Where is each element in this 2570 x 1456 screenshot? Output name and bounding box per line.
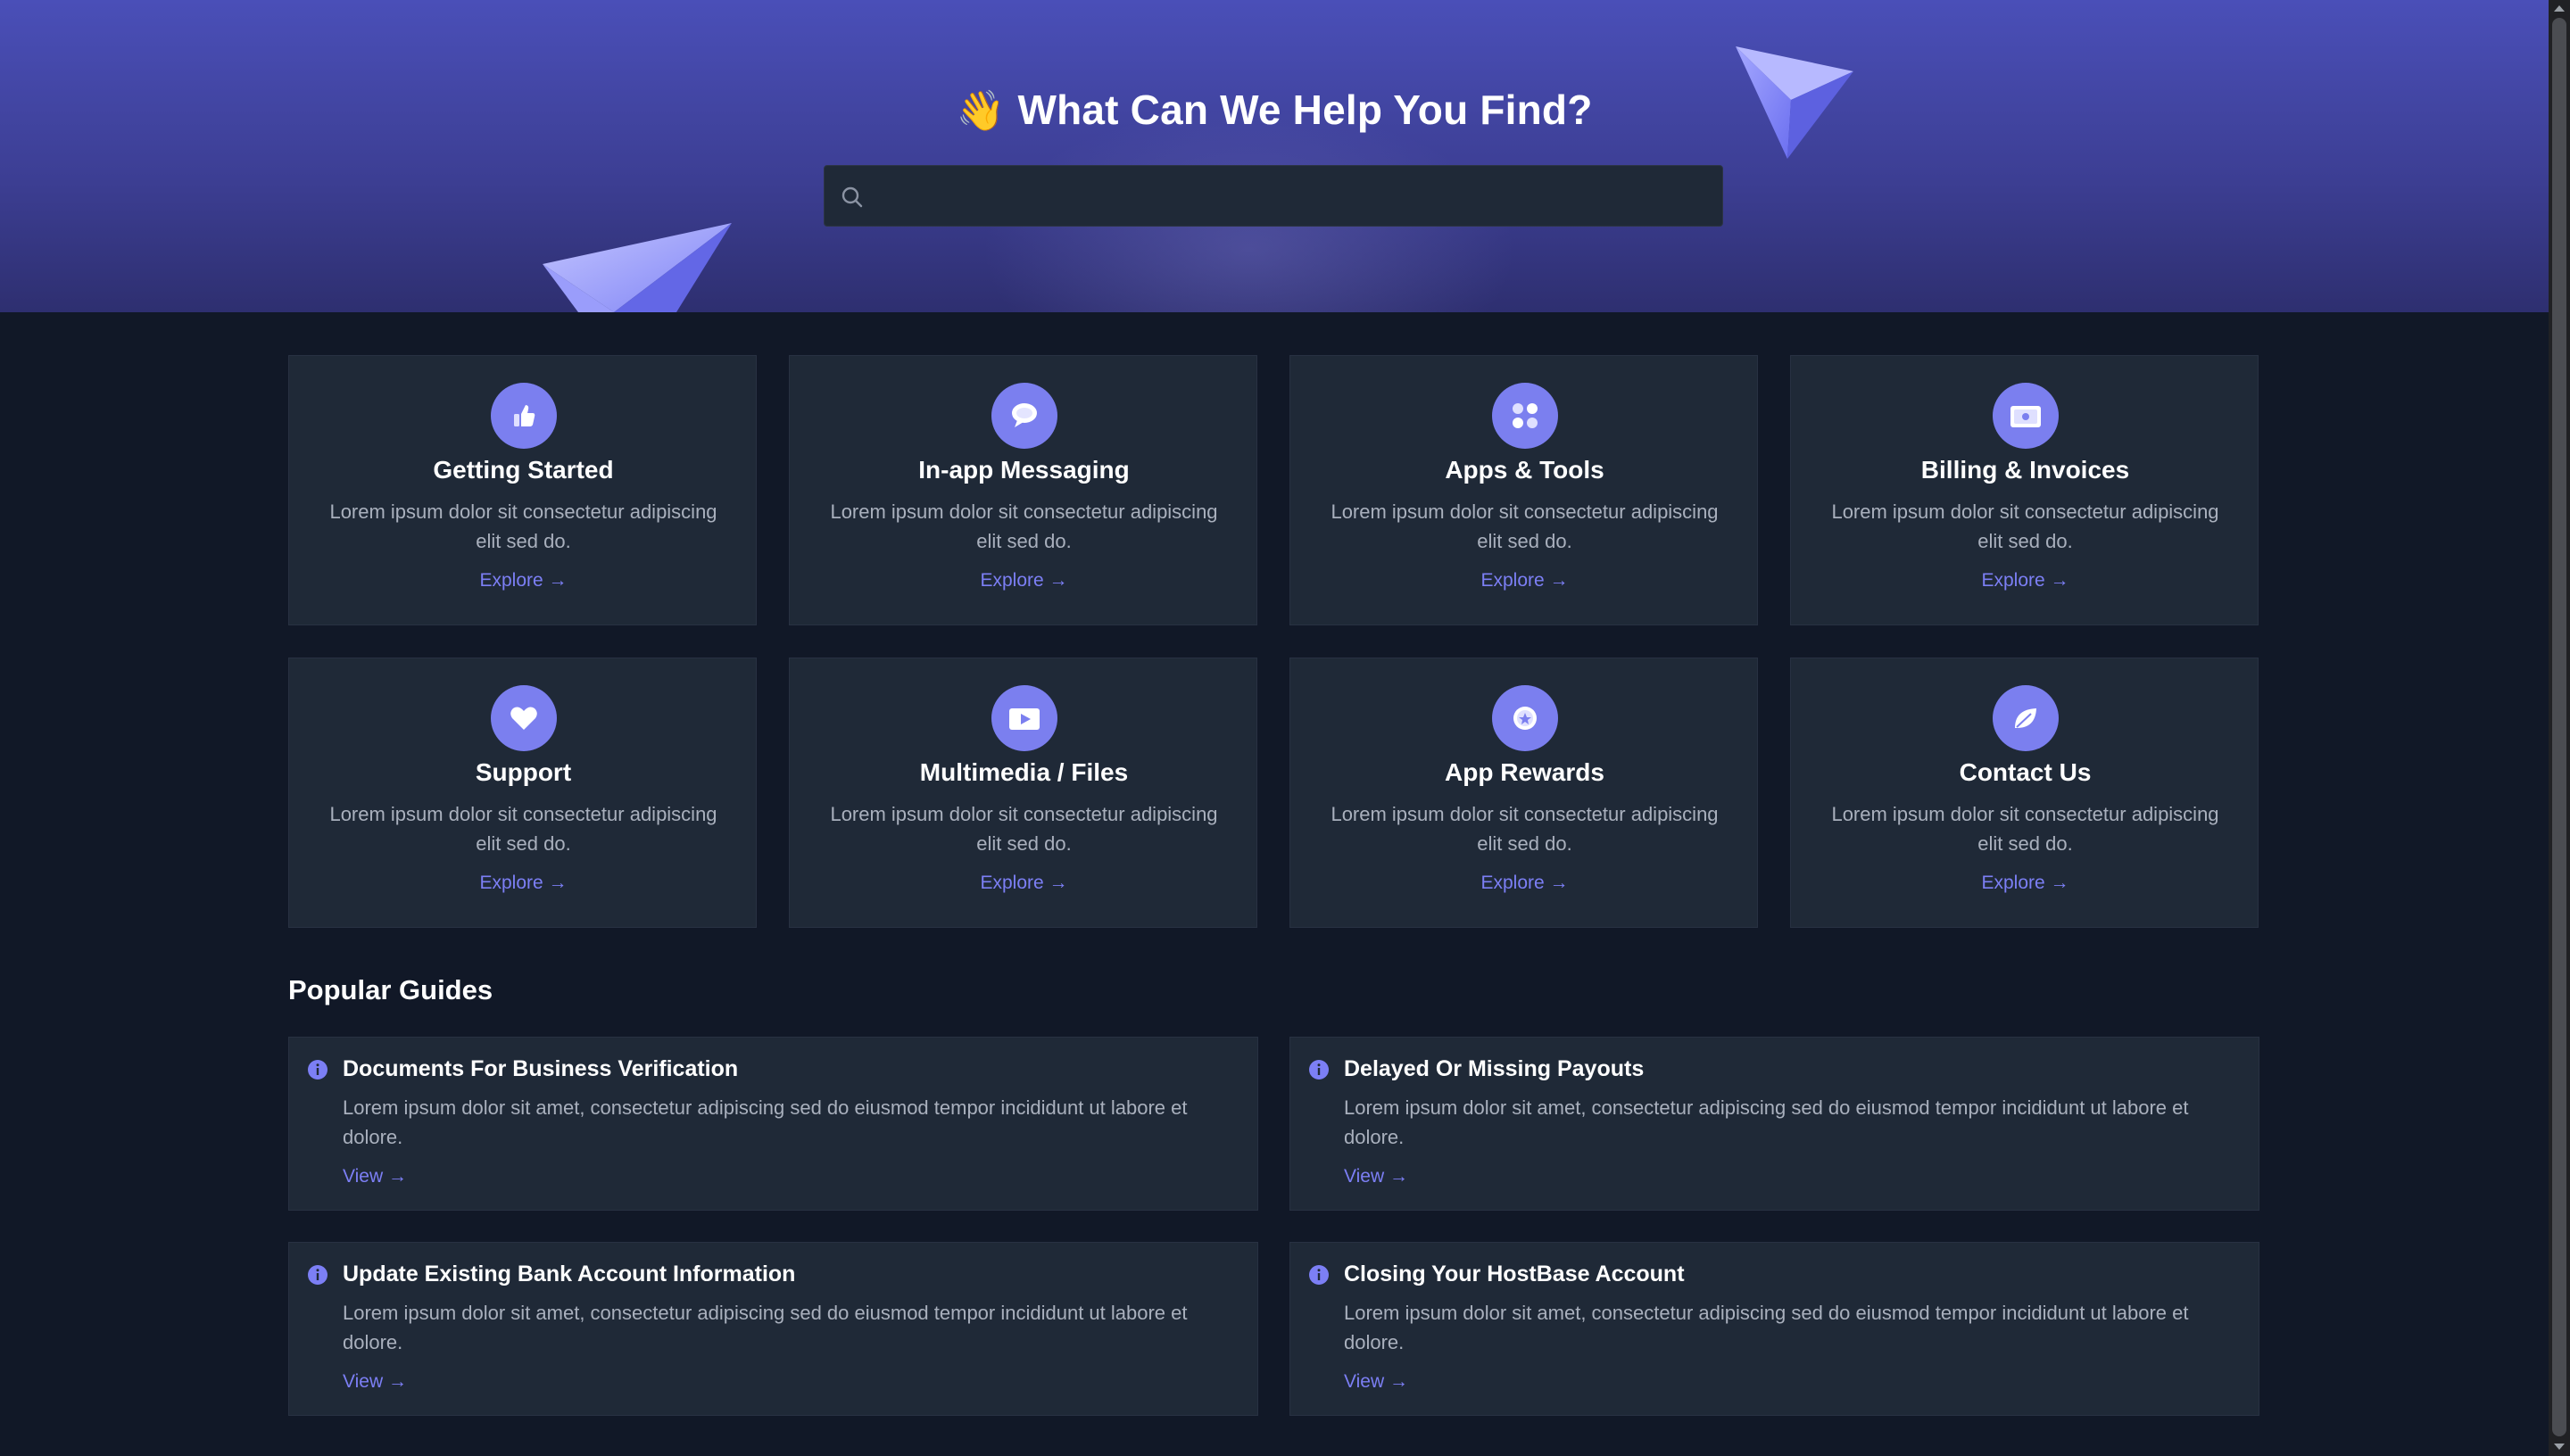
guide-card[interactable]: Delayed Or Missing Payouts Lorem ipsum d… [1289,1037,2259,1211]
category-card-getting-started[interactable]: Getting Started Lorem ipsum dolor sit co… [288,355,757,625]
popular-guides-heading: Popular Guides [288,974,493,1005]
category-card-app-rewards[interactable]: App Rewards Lorem ipsum dolor sit consec… [1289,658,1758,928]
heart-icon [491,685,557,751]
category-card-support[interactable]: Support Lorem ipsum dolor sit consectetu… [288,658,757,928]
apps-grid-icon [1492,383,1558,449]
guide-card[interactable]: Documents For Business Verification Lore… [288,1037,1258,1211]
scrollbar-thumb[interactable] [2552,18,2566,1436]
card-title: Billing & Invoices [1920,456,2130,484]
card-title: Contact Us [1959,758,2092,786]
card-description: Lorem ipsum dolor sit consectetur adipis… [1331,500,1719,552]
paper-plane-icon [543,223,732,312]
guide-description: Lorem ipsum dolor sit amet, consectetur … [1344,1096,2189,1148]
chat-bubble-icon [991,383,1057,449]
scroll-down-arrow-icon[interactable] [2554,1444,2565,1450]
search-box[interactable] [824,165,1723,227]
guide-description: Lorem ipsum dolor sit amet, consectetur … [343,1302,1188,1353]
wallet-icon [1993,383,2059,449]
card-title: Multimedia / Files [919,758,1129,786]
waving-hand-emoji: 👋 [956,89,1006,133]
explore-link[interactable]: Explore → [1791,570,2259,592]
explore-link[interactable]: Explore → [289,570,758,592]
hero-title-text: What Can We Help You Find? [1017,87,1593,133]
scroll-up-arrow-icon[interactable] [2554,5,2565,12]
card-description: Lorem ipsum dolor sit consectetur adipis… [1831,803,2219,855]
category-card-in-app-messaging[interactable]: In-app Messaging Lorem ipsum dolor sit c… [789,355,1257,625]
card-title: In-app Messaging [918,456,1130,484]
info-icon [308,1265,327,1285]
help-center-page: 👋 What Can We Help You Find? Getting Star… [0,0,2549,1456]
category-card-billing-invoices[interactable]: Billing & Invoices Lorem ipsum dolor sit… [1790,355,2259,625]
card-description: Lorem ipsum dolor sit consectetur adipis… [329,803,717,855]
explore-link[interactable]: Explore → [1791,873,2259,894]
category-card-multimedia-files[interactable]: Multimedia / Files Lorem ipsum dolor sit… [789,658,1257,928]
card-description: Lorem ipsum dolor sit consectetur adipis… [1831,500,2219,552]
explore-link[interactable]: Explore → [790,570,1258,592]
card-description: Lorem ipsum dolor sit consectetur adipis… [329,500,717,552]
guide-title[interactable]: Update Existing Bank Account Information [343,1262,795,1287]
explore-link[interactable]: Explore → [1290,873,1759,894]
info-icon [308,1060,327,1080]
explore-link[interactable]: Explore → [790,873,1258,894]
search-icon [841,186,863,208]
card-description: Lorem ipsum dolor sit consectetur adipis… [1331,803,1719,855]
card-title: Getting Started [433,456,614,484]
view-link[interactable]: View → [1344,1166,1408,1187]
thumbs-up-icon [491,383,557,449]
guide-description: Lorem ipsum dolor sit amet, consectetur … [343,1096,1188,1148]
card-description: Lorem ipsum dolor sit consectetur adipis… [830,500,1218,552]
card-description: Lorem ipsum dolor sit consectetur adipis… [830,803,1218,855]
vertical-scrollbar[interactable] [2549,0,2570,1456]
guide-title[interactable]: Delayed Or Missing Payouts [1344,1056,1644,1082]
view-link[interactable]: View → [343,1371,407,1393]
info-icon [1309,1060,1329,1080]
category-card-contact-us[interactable]: Contact Us Lorem ipsum dolor sit consect… [1790,658,2259,928]
star-badge-icon [1492,685,1558,751]
info-icon [1309,1265,1329,1285]
card-title: App Rewards [1445,758,1604,786]
view-link[interactable]: View → [1344,1371,1408,1393]
guide-card[interactable]: Update Existing Bank Account Information… [288,1242,1258,1416]
card-title: Support [475,758,572,786]
guide-title[interactable]: Documents For Business Verification [343,1056,738,1082]
hero-title: 👋 What Can We Help You Find? [0,86,2549,134]
explore-link[interactable]: Explore → [289,873,758,894]
view-link[interactable]: View → [343,1166,407,1187]
hero-banner: 👋 What Can We Help You Find? [0,0,2549,312]
video-icon [991,685,1057,751]
card-title: Apps & Tools [1445,456,1604,484]
explore-link[interactable]: Explore → [1290,570,1759,592]
leaf-icon [1993,685,2059,751]
guide-description: Lorem ipsum dolor sit amet, consectetur … [1344,1302,2189,1353]
category-card-apps-tools[interactable]: Apps & Tools Lorem ipsum dolor sit conse… [1289,355,1758,625]
guide-card[interactable]: Closing Your HostBase Account Lorem ipsu… [1289,1242,2259,1416]
guide-title[interactable]: Closing Your HostBase Account [1344,1262,1685,1287]
search-input[interactable] [875,166,1713,226]
